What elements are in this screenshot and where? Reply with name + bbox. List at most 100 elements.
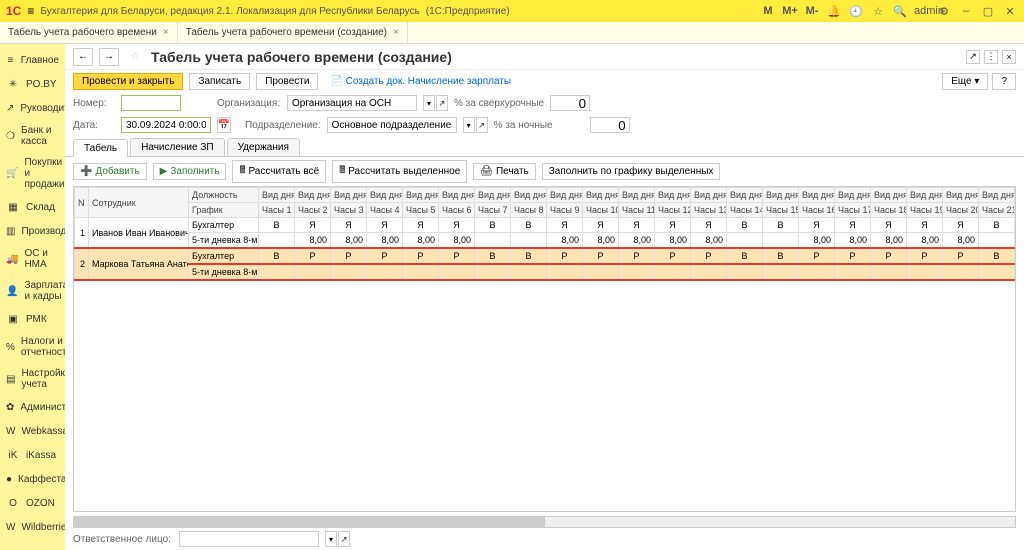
more-button[interactable]: Еще ▾	[942, 73, 988, 90]
sidebar-item[interactable]: WWildberries	[0, 515, 65, 539]
dept-select[interactable]: Основное подразделение	[327, 117, 457, 133]
col-hours[interactable]: Часы 18	[871, 203, 907, 218]
close-icon[interactable]: ✕	[1002, 5, 1018, 18]
col-position[interactable]: Должность	[189, 188, 259, 203]
col-employee[interactable]: Сотрудник	[89, 188, 189, 218]
responsible-select[interactable]	[179, 531, 319, 547]
col-hours[interactable]: Часы 16	[799, 203, 835, 218]
tab-payroll[interactable]: Начисление ЗП	[130, 138, 224, 156]
sidebar-item[interactable]: iKiKassa	[0, 443, 65, 467]
sidebar-item[interactable]: OOZON	[0, 491, 65, 515]
col-hours[interactable]: Часы 3	[331, 203, 367, 218]
tab-close-icon[interactable]: ×	[393, 27, 399, 38]
sidebar-item[interactable]: %Налоги и отчетность	[0, 331, 65, 363]
search-icon[interactable]: 🔍	[892, 5, 908, 18]
col-day-type[interactable]: Вид дня 15	[763, 188, 799, 203]
sidebar-item[interactable]: 👤Зарплата и кадры	[0, 275, 65, 307]
save-button[interactable]: Записать	[189, 73, 250, 90]
open-ref-icon[interactable]: ↗	[436, 95, 448, 111]
dropdown-icon[interactable]: ▾	[463, 117, 475, 133]
col-hours[interactable]: Часы 6	[439, 203, 475, 218]
col-hours[interactable]: Часы 5	[403, 203, 439, 218]
col-hours[interactable]: Часы 12	[655, 203, 691, 218]
memory-mminus-button[interactable]: M-	[804, 5, 820, 17]
col-day-type[interactable]: Вид дня 14	[727, 188, 763, 203]
col-day-type[interactable]: Вид дня 3	[331, 188, 367, 203]
fill-by-schedule-button[interactable]: Заполнить по графику выделенных	[542, 163, 721, 180]
sidebar-item[interactable]: WWebkassa	[0, 419, 65, 443]
sidebar-item[interactable]: ≡Главное	[0, 48, 65, 72]
sidebar-item[interactable]: ✳PO.BY	[0, 72, 65, 96]
print-button[interactable]: 🖨 Печать	[473, 163, 535, 180]
col-day-type[interactable]: Вид дня 16	[799, 188, 835, 203]
memory-mplus-button[interactable]: M+	[782, 5, 798, 17]
favorite-icon[interactable]: ☆	[125, 48, 145, 66]
tab-deductions[interactable]: Удержания	[227, 138, 300, 156]
recalc-selected-button[interactable]: 🖩 Рассчитать выделенное	[332, 160, 467, 183]
nav-forward-button[interactable]: →	[99, 48, 119, 66]
col-day-type[interactable]: Вид дня 5	[403, 188, 439, 203]
col-day-type[interactable]: Вид дня 20	[943, 188, 979, 203]
nav-back-button[interactable]: ←	[73, 48, 93, 66]
col-day-type[interactable]: Вид дня 10	[583, 188, 619, 203]
col-day-type[interactable]: Вид дня 6	[439, 188, 475, 203]
post-and-close-button[interactable]: Провести и закрыть	[73, 73, 183, 90]
open-ref-icon[interactable]: ↗	[338, 531, 350, 547]
sidebar-item[interactable]: ▥Производство	[0, 219, 65, 243]
col-hours[interactable]: Часы 17	[835, 203, 871, 218]
col-day-type[interactable]: Вид дня 7	[475, 188, 511, 203]
settings-icon[interactable]: ⚙	[936, 5, 952, 18]
options-icon[interactable]: ⋮	[984, 50, 998, 64]
calendar-icon[interactable]: 📅	[217, 117, 231, 133]
table-row[interactable]: 1Иванов Иван ИвановичБухгалтерВЯЯЯЯЯВВЯЯ…	[75, 218, 1015, 233]
col-day-type[interactable]: Вид дня 8	[511, 188, 547, 203]
recalc-all-button[interactable]: 🖩 Рассчитать всё	[232, 160, 326, 183]
col-hours[interactable]: Часы 19	[907, 203, 943, 218]
close-panel-icon[interactable]: ×	[1002, 50, 1016, 64]
col-hours[interactable]: Часы 10	[583, 203, 619, 218]
table-row[interactable]: 5-ти дневка 8-ми часо...8,008,008,008,00…	[75, 233, 1015, 249]
table-row[interactable]: 2Маркова Татьяна АнатольевнаБухгалтерВРР…	[75, 248, 1015, 264]
timesheet-grid[interactable]: NСотрудникДолжностьВид дня 1Вид дня 2Вид…	[73, 186, 1016, 512]
tab-close-icon[interactable]: ×	[163, 27, 169, 38]
col-hours[interactable]: Часы 11	[619, 203, 655, 218]
col-day-type[interactable]: Вид дня 4	[367, 188, 403, 203]
col-day-type[interactable]: Вид дня 11	[619, 188, 655, 203]
sidebar-item[interactable]: ❍Банк и касса	[0, 120, 65, 152]
sidebar-item[interactable]: ▤Настройки учета	[0, 363, 65, 395]
col-day-type[interactable]: Вид дня 21	[979, 188, 1015, 203]
col-day-type[interactable]: Вид дня 13	[691, 188, 727, 203]
open-ref-icon[interactable]: ↗	[476, 117, 488, 133]
add-row-button[interactable]: ➕ Добавить	[73, 163, 147, 180]
dropdown-icon[interactable]: ▾	[423, 95, 435, 111]
col-day-type[interactable]: Вид дня 2	[295, 188, 331, 203]
overtime-input[interactable]	[550, 95, 590, 111]
user-label[interactable]: admin	[914, 5, 930, 17]
open-tab[interactable]: Табель учета рабочего времени (создание)…	[178, 22, 408, 43]
date-input[interactable]	[121, 117, 211, 133]
col-hours[interactable]: Часы 7	[475, 203, 511, 218]
sidebar-item[interactable]: ✿Администрирование	[0, 395, 65, 419]
col-hours[interactable]: Часы 14	[727, 203, 763, 218]
number-input[interactable]	[121, 95, 181, 111]
col-day-type[interactable]: Вид дня 12	[655, 188, 691, 203]
help-button[interactable]: ?	[992, 73, 1016, 90]
night-input[interactable]	[590, 117, 630, 133]
col-hours[interactable]: Часы 20	[943, 203, 979, 218]
col-day-type[interactable]: Вид дня 9	[547, 188, 583, 203]
col-hours[interactable]: Часы 13	[691, 203, 727, 218]
sidebar-item[interactable]: 🚚ОС и НМА	[0, 243, 65, 275]
menu-icon[interactable]: ≡	[27, 4, 34, 18]
col-hours[interactable]: Часы 1	[259, 203, 295, 218]
col-hours[interactable]: Часы 21	[979, 203, 1015, 218]
tab-timesheet[interactable]: Табель	[73, 139, 128, 157]
col-day-type[interactable]: Вид дня 17	[835, 188, 871, 203]
create-payroll-doc-button[interactable]: 📄 Создать док. Начисление зарплаты	[324, 74, 517, 89]
minimize-icon[interactable]: –	[958, 5, 974, 17]
post-button[interactable]: Провести	[256, 73, 318, 90]
maximize-icon[interactable]: ▢	[980, 5, 996, 18]
col-hours[interactable]: Часы 4	[367, 203, 403, 218]
col-hours[interactable]: Часы 2	[295, 203, 331, 218]
sidebar-item[interactable]: ▦Склад	[0, 195, 65, 219]
col-hours[interactable]: Часы 8	[511, 203, 547, 218]
